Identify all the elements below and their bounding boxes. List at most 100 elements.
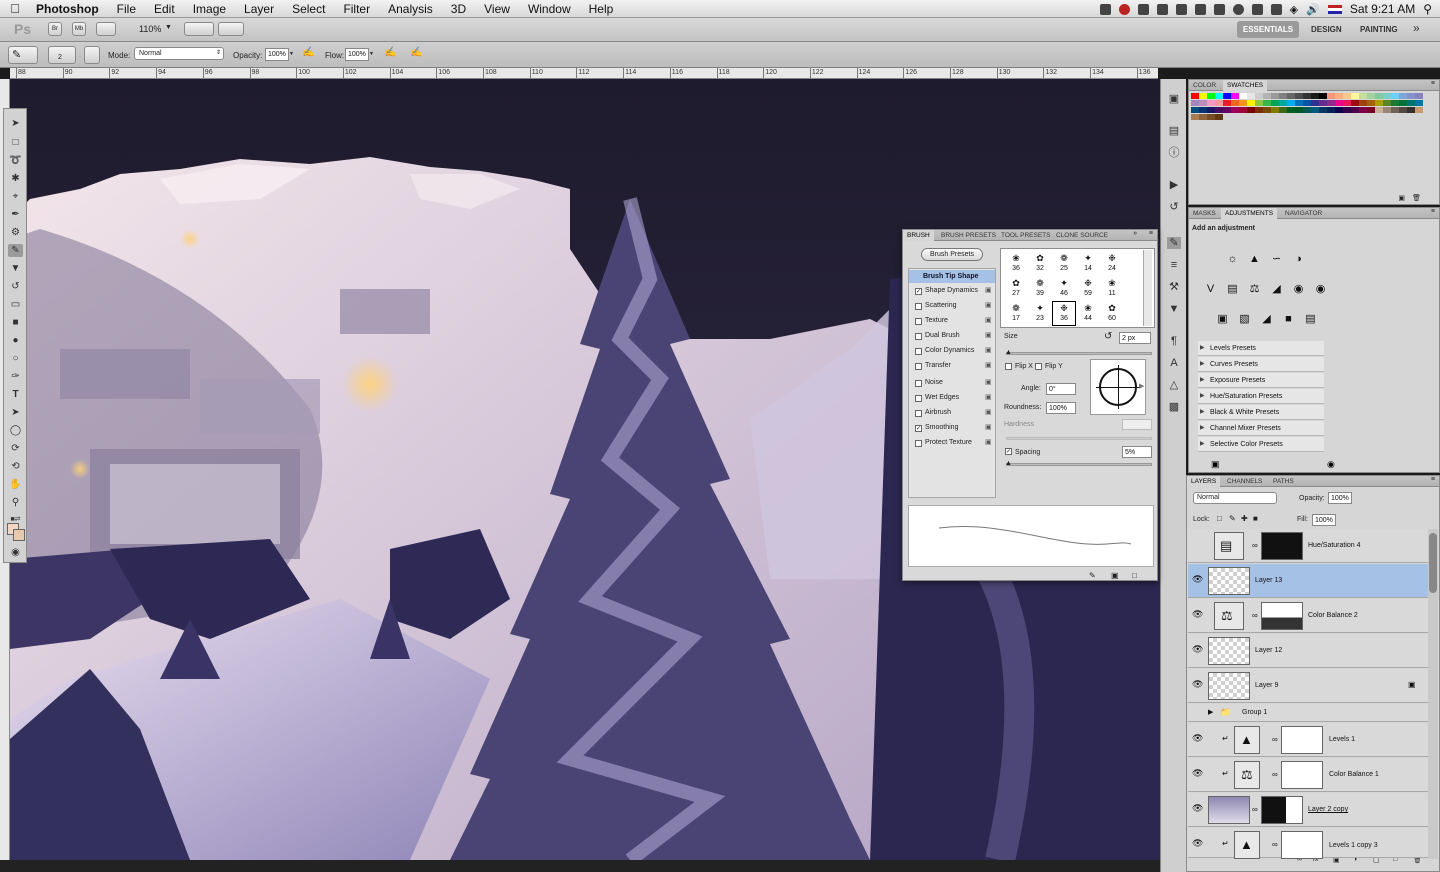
brush-option-label[interactable]: Scattering (925, 302, 957, 309)
group-expand-icon[interactable]: ▶ (1208, 708, 1213, 716)
menu-filter[interactable]: Filter (334, 0, 379, 18)
brush-tip-cell[interactable]: ❉ 59 (1077, 277, 1099, 300)
layers-menu-icon[interactable]: ≡ (1431, 476, 1435, 483)
layer-name[interactable]: Group 1 (1242, 704, 1267, 722)
swatch-cell[interactable] (1231, 100, 1239, 106)
swatch-cell[interactable] (1383, 93, 1391, 99)
actions-icon[interactable]: ▶ (1167, 179, 1181, 191)
workspace-essentials[interactable]: ESSENTIALS (1237, 21, 1299, 38)
swatch-cell[interactable] (1191, 93, 1199, 99)
path-selection-tool-icon[interactable]: ➤ (8, 406, 23, 419)
invert-icon[interactable]: ▣ (1214, 312, 1231, 327)
apple-menu-icon[interactable]:  (0, 1, 30, 16)
swatch-cell[interactable] (1247, 93, 1255, 99)
channel-mixer-presets[interactable]: Channel Mixer Presets (1198, 421, 1324, 436)
swatch-cell[interactable] (1279, 100, 1287, 106)
swatch-cell[interactable] (1407, 100, 1415, 106)
angle-arrow-icon[interactable]: ▶ (1139, 382, 1144, 390)
swatch-cell[interactable] (1399, 100, 1407, 106)
script-icon[interactable] (1194, 3, 1206, 15)
swatch-cell[interactable] (1391, 107, 1399, 113)
swatch-cell[interactable] (1215, 93, 1223, 99)
swatch-cell[interactable] (1199, 93, 1207, 99)
swatch-cell[interactable] (1359, 93, 1367, 99)
hue-saturation-presets[interactable]: Hue/Saturation Presets (1198, 389, 1324, 404)
notes-icon[interactable]: ▩ (1167, 401, 1181, 413)
new-swatch-icon[interactable]: ▣ (1398, 194, 1405, 202)
vibrance-icon[interactable]: V (1202, 282, 1219, 297)
camera-icon[interactable] (1099, 3, 1111, 15)
photo-filter-icon[interactable]: ◉ (1290, 282, 1307, 297)
brush-tip-cell[interactable]: ❉ 36 (1052, 301, 1076, 326)
visibility-eye-icon[interactable]: 👁 (1192, 610, 1203, 619)
fill-input[interactable]: 100% (1312, 514, 1336, 526)
tab-swatches[interactable]: SWATCHES (1223, 80, 1268, 91)
eraser-tool-icon[interactable]: ▭ (8, 298, 23, 311)
swatch-cell[interactable] (1391, 100, 1399, 106)
menu-view[interactable]: View (475, 0, 519, 18)
swatch-cell[interactable] (1271, 100, 1279, 106)
curves-icon[interactable]: ∽ (1268, 252, 1285, 267)
workspace-design[interactable]: DESIGN (1311, 25, 1342, 34)
menu-image[interactable]: Image (184, 0, 235, 18)
brush-option-label[interactable]: Wet Edges (925, 394, 959, 401)
brush-tip-grid[interactable]: ❀ 36 ✿ 32 ❁ 25 ✦ 14 ❉ 24 ✿ 27 ❁ 39 ✦ 46 ❉ 59 ❀ 11 ❁ 17 ✦ 23 ❉ 36 ❀… (1000, 248, 1155, 328)
delete-swatch-icon[interactable]: 🗑 (1412, 194, 1421, 202)
swatch-cell[interactable] (1207, 100, 1215, 106)
lock-icon[interactable]: ▣ (985, 378, 992, 386)
angle-roundness-widget[interactable]: ▶ (1090, 359, 1146, 415)
hue-saturation-icon[interactable]: ▤ (1224, 282, 1241, 297)
black-white-presets[interactable]: Black & White Presets (1198, 405, 1324, 420)
flip-y-checkbox[interactable] (1035, 363, 1042, 370)
shape-tool-icon[interactable]: ◯ (8, 424, 23, 437)
layer-row-levels-1-copy-3[interactable]: 👁 ↵ ▲ ∞ Levels 1 copy 3 (1188, 828, 1428, 859)
swatch-cell[interactable] (1207, 107, 1215, 113)
black-white-icon[interactable]: ◢ (1268, 282, 1285, 297)
visibility-eye-icon[interactable]: 👁 (1192, 734, 1203, 743)
brush-tip-shape-option[interactable]: Brush Tip Shape (909, 270, 995, 283)
angle-input[interactable]: 0° (1046, 383, 1076, 395)
layer-name[interactable]: Levels 1 copy 3 (1329, 828, 1378, 864)
exposure-presets[interactable]: Exposure Presets (1198, 373, 1324, 388)
flip-x-checkbox[interactable] (1005, 363, 1012, 370)
size-input[interactable]: 2 px (1119, 332, 1151, 344)
brush-tip-cell[interactable]: ✿ 27 (1005, 277, 1027, 300)
brush-tip-cell[interactable]: ❀ 44 (1077, 302, 1099, 325)
brush-tip-cell[interactable]: ✿ 32 (1029, 252, 1051, 275)
layer-name[interactable]: Color Balance 2 (1308, 599, 1358, 633)
swatch-cell[interactable] (1271, 107, 1279, 113)
tab-masks[interactable]: MASKS (1189, 208, 1220, 219)
visibility-eye-icon[interactable]: 👁 (1192, 645, 1203, 654)
selective-color-presets[interactable]: Selective Color Presets (1198, 437, 1324, 452)
history-icon[interactable]: ↺ (1167, 201, 1181, 213)
curves-presets[interactable]: Curves Presets (1198, 357, 1324, 372)
mini-bridge-button[interactable]: Mb (72, 22, 86, 36)
swatch-cell[interactable] (1343, 107, 1351, 113)
swatch-cell[interactable] (1407, 93, 1415, 99)
swatch-cell[interactable] (1375, 100, 1383, 106)
tip-grid-scrollbar[interactable] (1143, 250, 1152, 326)
brush-tool-icon[interactable]: ✎ (8, 244, 23, 257)
workspace-painting[interactable]: PAINTING (1360, 25, 1398, 34)
layer-name[interactable]: Hue/Saturation 4 (1308, 529, 1361, 563)
menu-window[interactable]: Window (519, 0, 580, 18)
paragraph-icon[interactable]: ¶ (1167, 335, 1181, 347)
menu-analysis[interactable]: Analysis (379, 0, 442, 18)
adjustments-menu-icon[interactable]: ≡ (1431, 208, 1435, 215)
layers-scroll-thumb[interactable] (1429, 533, 1437, 593)
type-tool-icon[interactable]: T (8, 388, 23, 401)
swatch-cell[interactable] (1303, 107, 1311, 113)
return-to-list-icon[interactable]: ▣ (1211, 459, 1220, 470)
brush-tip-cell[interactable]: ❁ 25 (1053, 252, 1075, 275)
lock-transparency-icon[interactable]: □ (1217, 514, 1222, 523)
wifi-icon[interactable]: ◈ (1290, 3, 1298, 16)
toggle-live-tip-icon[interactable]: ✎ (1089, 571, 1096, 580)
levels-icon[interactable]: ▲ (1246, 252, 1263, 267)
brush-option-checkbox[interactable]: ✓ (915, 288, 922, 295)
brush-tip-cell[interactable]: ✦ 14 (1077, 252, 1099, 275)
brush-option-label[interactable]: Dual Brush (925, 332, 960, 339)
brush-option-checkbox[interactable]: ✓ (915, 425, 922, 432)
swatch-cell[interactable] (1287, 107, 1295, 113)
lasso-tool-icon[interactable]: ➰ (8, 154, 23, 167)
swatch-cell[interactable] (1191, 107, 1199, 113)
